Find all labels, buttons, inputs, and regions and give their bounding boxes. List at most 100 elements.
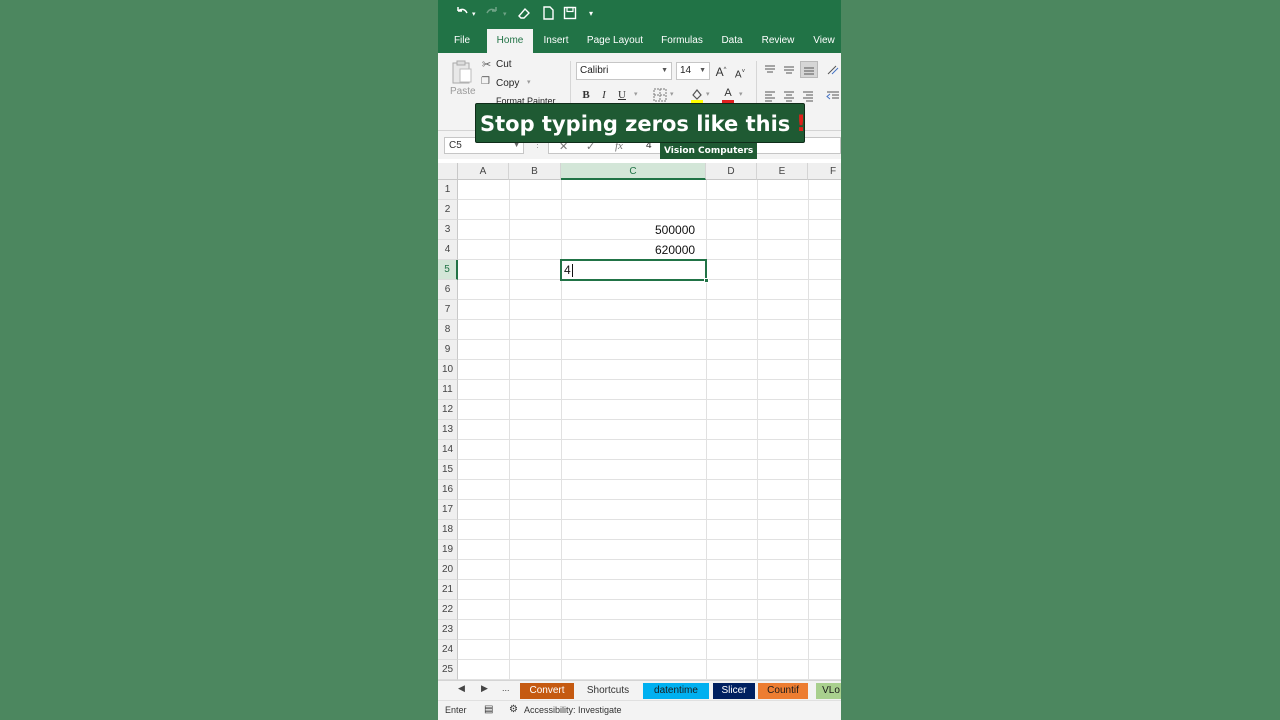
undo-dropdown-icon[interactable]: ▾	[472, 5, 476, 23]
new-document-icon[interactable]	[540, 5, 556, 23]
row-header-16[interactable]: 16	[438, 480, 458, 500]
shrink-font-button[interactable]: A˅	[734, 65, 746, 82]
gridline	[458, 559, 841, 560]
status-bar: Enter ▤ ⚙ Accessibility: Investigate	[438, 700, 841, 720]
row-header-10[interactable]: 10	[438, 360, 458, 380]
active-cell-c5[interactable]: 4	[560, 259, 707, 281]
font-name-value: Calibri	[580, 65, 609, 76]
sheet-tab-slicer[interactable]: Slicer	[713, 683, 755, 699]
row-header-14[interactable]: 14	[438, 440, 458, 460]
cell-c3[interactable]: 500000	[655, 223, 695, 237]
row-header-21[interactable]: 21	[438, 580, 458, 600]
row-header-19[interactable]: 19	[438, 540, 458, 560]
row-header-4[interactable]: 4	[438, 240, 458, 260]
sheet-prev-button[interactable]: ◀	[458, 683, 465, 694]
column-header-f[interactable]: F	[808, 163, 841, 180]
column-header-a[interactable]: A	[458, 163, 509, 180]
cell-c4[interactable]: 620000	[655, 243, 695, 257]
gridline	[757, 180, 758, 680]
font-color-dropdown-icon[interactable]: ▾	[739, 90, 743, 98]
row-header-3[interactable]: 3	[438, 220, 458, 240]
paste-button[interactable]: Paste	[450, 59, 476, 97]
align-top-button[interactable]	[764, 63, 776, 81]
tab-file[interactable]: File	[446, 28, 478, 53]
tab-view[interactable]: View	[809, 28, 839, 53]
worksheet-grid[interactable]: A B C D E F 1 2 3 4 5 6 7 8 9 10 11 12 13 14 15 16 17 18 1…	[438, 163, 841, 680]
column-header-c[interactable]: C	[561, 163, 706, 180]
font-name-select[interactable]: Calibri ▼	[576, 62, 672, 80]
row-header-11[interactable]: 11	[438, 380, 458, 400]
cut-button[interactable]: Cut	[496, 59, 512, 70]
copy-button[interactable]: Copy	[496, 78, 519, 89]
row-header-12[interactable]: 12	[438, 400, 458, 420]
customize-quick-access-icon[interactable]: ▾	[589, 5, 593, 23]
row-header-7[interactable]: 7	[438, 300, 458, 320]
column-header-d[interactable]: D	[706, 163, 757, 180]
row-header-23[interactable]: 23	[438, 620, 458, 640]
gridline	[458, 659, 841, 660]
row-header-9[interactable]: 9	[438, 340, 458, 360]
bold-label: B	[582, 89, 590, 101]
row-header-22[interactable]: 22	[438, 600, 458, 620]
column-header-b[interactable]: B	[509, 163, 561, 180]
undo-icon[interactable]	[454, 5, 470, 23]
italic-label: I	[602, 89, 606, 101]
accessibility-status[interactable]: Accessibility: Investigate	[524, 705, 622, 715]
bold-button[interactable]: B	[580, 88, 592, 102]
row-header-20[interactable]: 20	[438, 560, 458, 580]
tab-home[interactable]: Home	[487, 29, 533, 53]
tab-data[interactable]: Data	[717, 28, 747, 53]
tab-review[interactable]: Review	[758, 28, 798, 53]
name-box-value: C5	[449, 140, 462, 151]
align-bottom-button[interactable]	[800, 61, 818, 78]
sheet-tab-datentime[interactable]: datentime	[643, 683, 709, 699]
font-color-button[interactable]: A	[722, 86, 734, 103]
grow-font-button[interactable]: A^	[714, 63, 728, 79]
tab-page-layout[interactable]: Page Layout	[584, 28, 646, 53]
gridline	[458, 419, 841, 420]
sheet-tab-convert[interactable]: Convert	[520, 683, 574, 699]
font-size-select[interactable]: 14 ▼	[676, 62, 710, 80]
redo-icon[interactable]	[484, 5, 500, 23]
decrease-indent-button[interactable]	[826, 89, 840, 107]
save-icon[interactable]	[562, 5, 578, 23]
tab-insert[interactable]: Insert	[538, 28, 574, 53]
row-header-13[interactable]: 13	[438, 420, 458, 440]
row-header-25[interactable]: 25	[438, 660, 458, 680]
underline-dropdown-icon[interactable]: ▾	[634, 90, 638, 98]
gridline	[561, 180, 562, 680]
copy-dropdown-icon[interactable]: ▾	[527, 78, 531, 86]
align-middle-icon	[784, 66, 794, 74]
row-header-15[interactable]: 15	[438, 460, 458, 480]
row-header-8[interactable]: 8	[438, 320, 458, 340]
row-header-24[interactable]: 24	[438, 640, 458, 660]
sheet-more-button[interactable]: ...	[502, 683, 510, 693]
row-header-18[interactable]: 18	[438, 520, 458, 540]
sheet-tab-shortcuts[interactable]: Shortcuts	[576, 683, 640, 699]
select-all-corner[interactable]	[438, 163, 458, 180]
sheet-next-button[interactable]: ▶	[481, 683, 488, 694]
row-header-17[interactable]: 17	[438, 500, 458, 520]
column-header-e[interactable]: E	[757, 163, 808, 180]
underline-button[interactable]: U	[616, 88, 628, 102]
chevron-down-icon: ▼	[661, 67, 668, 74]
eraser-icon[interactable]	[516, 5, 532, 23]
align-middle-button[interactable]	[783, 63, 795, 81]
orientation-button[interactable]	[826, 63, 840, 81]
macro-record-icon[interactable]: ▤	[484, 704, 493, 715]
redo-dropdown-icon[interactable]: ▾	[503, 5, 507, 23]
fill-handle[interactable]	[704, 278, 709, 283]
row-header-1[interactable]: 1	[438, 180, 458, 200]
row-header-5[interactable]: 5	[438, 260, 458, 280]
row-header-6[interactable]: 6	[438, 280, 458, 300]
italic-button[interactable]: I	[599, 88, 609, 102]
tab-formulas[interactable]: Formulas	[657, 28, 707, 53]
sheet-tab-countif[interactable]: Countif	[758, 683, 808, 699]
sheet-tab-bar: ◀ ▶ ... Convert Shortcuts datentime Slicer C…	[438, 680, 841, 700]
sheet-tab-vlo[interactable]: VLo	[816, 683, 841, 699]
borders-dropdown-icon[interactable]: ▾	[670, 90, 674, 98]
fill-color-dropdown-icon[interactable]: ▾	[706, 90, 710, 98]
row-header-2[interactable]: 2	[438, 200, 458, 220]
accessibility-icon: ⚙	[509, 704, 518, 715]
scissors-icon: ✂	[482, 59, 492, 71]
